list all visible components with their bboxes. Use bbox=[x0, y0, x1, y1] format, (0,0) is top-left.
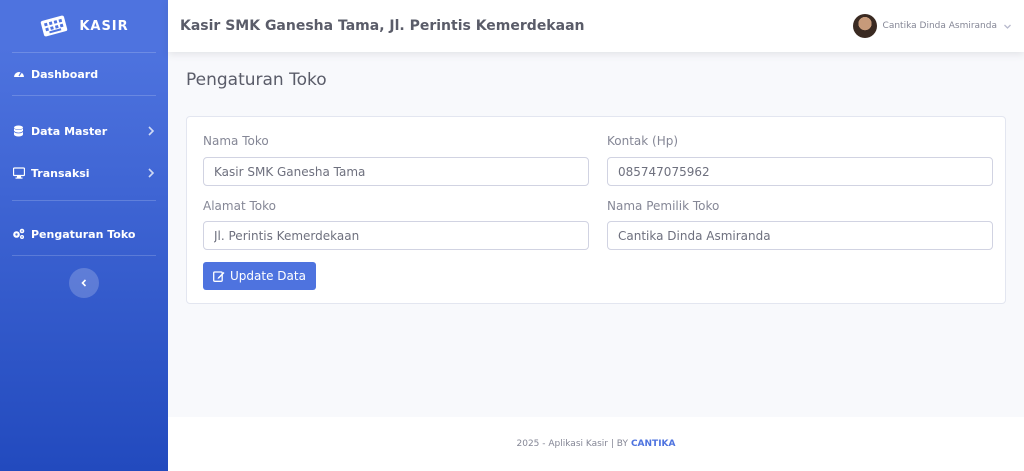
footer-author: CANTIKA bbox=[630, 439, 676, 449]
topbar: Kasir SMK Ganesha Tama, Jl. Perintis Kem… bbox=[168, 0, 1024, 52]
kontak-label: Kontak (Hp) bbox=[607, 134, 679, 148]
database-icon bbox=[12, 125, 25, 138]
tachometer-icon bbox=[12, 68, 25, 81]
desktop-icon bbox=[12, 167, 25, 180]
update-data-button[interactable]: Update Data bbox=[203, 262, 316, 290]
alamat-toko-label: Alamat Toko bbox=[203, 199, 276, 213]
kontak-input[interactable] bbox=[607, 157, 993, 186]
nama-toko-label: Nama Toko bbox=[203, 134, 269, 148]
cogs-icon bbox=[12, 228, 25, 241]
nama-pemilik-label: Nama Pemilik Toko bbox=[607, 199, 720, 213]
store-title: Kasir SMK Ganesha Tama, Jl. Perintis Kem… bbox=[180, 18, 585, 34]
sidebar-item-data-master[interactable]: Data Master bbox=[0, 110, 168, 152]
chevron-down-icon bbox=[1004, 24, 1011, 29]
page-title: Pengaturan Toko bbox=[186, 70, 327, 90]
brand-name: KASIR bbox=[79, 18, 129, 34]
sidebar-toggle-button[interactable] bbox=[69, 268, 99, 298]
store-settings-card: Nama Toko Kontak (Hp) Alamat Toko Nama P… bbox=[186, 116, 1006, 304]
avatar bbox=[852, 14, 877, 38]
edit-icon bbox=[213, 271, 225, 282]
sidebar-item-label: Data Master bbox=[31, 124, 108, 138]
footer-text: 2025 - Aplikasi Kasir | BY bbox=[516, 439, 628, 449]
keyboard-icon bbox=[41, 15, 68, 37]
sidebar-item-label: Pengaturan Toko bbox=[31, 227, 136, 241]
alamat-toko-input[interactable] bbox=[203, 221, 589, 250]
sidebar-brand[interactable]: KASIR bbox=[0, 0, 168, 52]
nama-toko-input[interactable] bbox=[203, 157, 589, 186]
chevron-right-icon bbox=[148, 126, 155, 136]
user-name: Cantika Dinda Asmiranda bbox=[882, 21, 997, 31]
nama-pemilik-input[interactable] bbox=[607, 221, 993, 250]
sidebar-divider bbox=[12, 255, 156, 256]
chevron-left-icon bbox=[81, 279, 87, 287]
sidebar: KASIR Dashboard Data Master Transaksi Pe… bbox=[0, 0, 168, 471]
update-data-label: Update Data bbox=[230, 269, 306, 283]
sidebar-item-label: Dashboard bbox=[31, 67, 99, 81]
chevron-right-icon bbox=[148, 168, 155, 178]
sidebar-item-pengaturan-toko[interactable]: Pengaturan Toko bbox=[0, 213, 168, 255]
sidebar-item-dashboard[interactable]: Dashboard bbox=[0, 53, 168, 95]
sidebar-item-transaksi[interactable]: Transaksi bbox=[0, 152, 168, 194]
user-dropdown[interactable]: Cantika Dinda Asmiranda bbox=[852, 14, 1012, 38]
sidebar-item-label: Transaksi bbox=[31, 166, 90, 180]
footer: 2025 - Aplikasi Kasir | BY CANTIKA bbox=[168, 417, 1024, 471]
